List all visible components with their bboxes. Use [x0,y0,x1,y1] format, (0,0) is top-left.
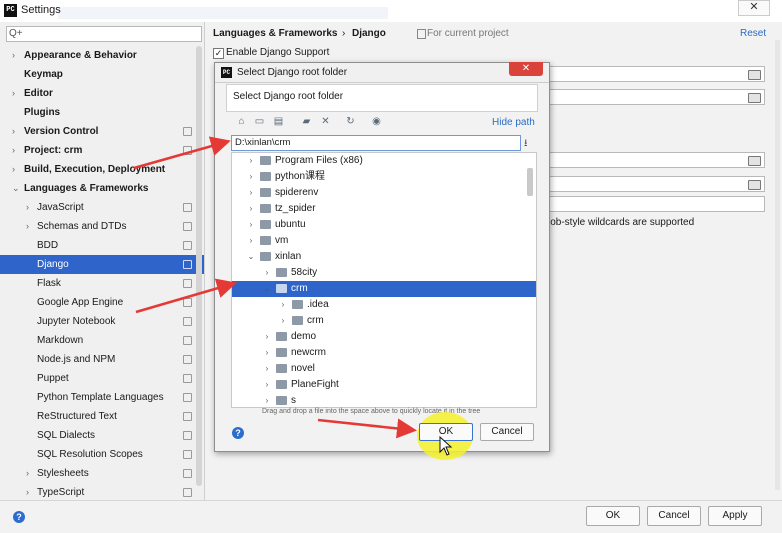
annotation-arrow [135,278,237,314]
annotation-arrow [133,136,231,170]
annotation-arrow [317,418,417,439]
mouse-cursor-icon [439,435,453,456]
annotation-overlay [133,136,453,456]
